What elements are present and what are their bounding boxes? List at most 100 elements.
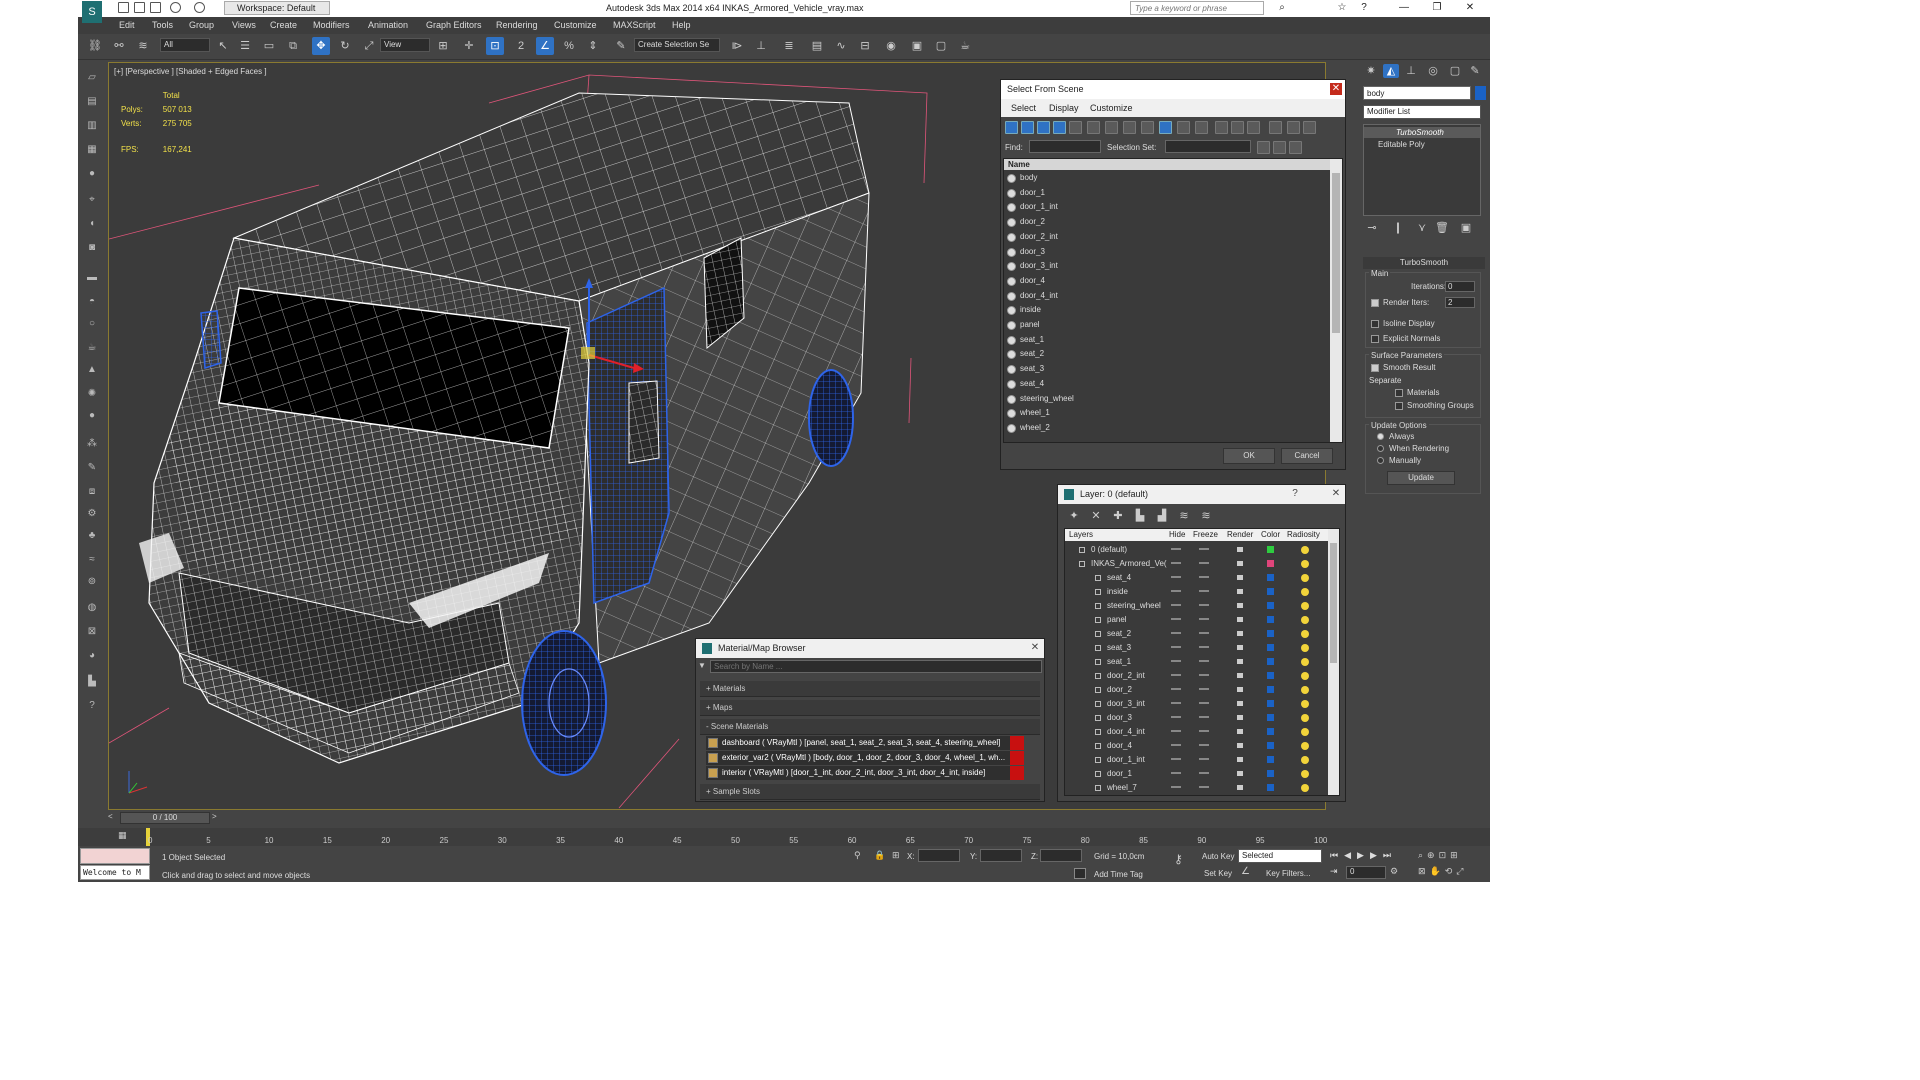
workspace-dropdown[interactable]: Workspace: Default bbox=[224, 1, 330, 15]
select-manipulate-icon[interactable]: ✛ bbox=[460, 37, 478, 55]
key-filters-button[interactable]: Key Filters... bbox=[1266, 869, 1310, 878]
shape-filter-icon[interactable] bbox=[1021, 121, 1034, 134]
menu-views[interactable]: Views bbox=[232, 20, 256, 30]
x-coord-field[interactable] bbox=[918, 849, 960, 862]
hide-toggle[interactable] bbox=[1171, 576, 1181, 578]
select-rotate-icon[interactable]: ↻ bbox=[336, 37, 354, 55]
layer-row[interactable]: door_4_int bbox=[1065, 725, 1329, 739]
containers-icon[interactable]: ▱ bbox=[84, 70, 100, 86]
layer-row[interactable]: door_1 bbox=[1065, 767, 1329, 781]
stack-item-editable-poly[interactable]: Editable Poly bbox=[1364, 139, 1480, 150]
environment-icon[interactable]: ◕ bbox=[84, 648, 100, 664]
material-item-dashboard[interactable]: dashboard ( VRayMtl ) [panel, seat_1, se… bbox=[706, 736, 1024, 750]
motion-tab-icon[interactable]: ◎ bbox=[1425, 64, 1441, 78]
layer-row[interactable]: door_2_int bbox=[1065, 669, 1329, 683]
menu-graph-editors[interactable]: Graph Editors bbox=[426, 20, 482, 30]
update-button[interactable]: Update bbox=[1387, 471, 1455, 485]
freeze-toggle[interactable] bbox=[1199, 730, 1209, 732]
globe-icon[interactable]: ◍ bbox=[84, 600, 100, 616]
hide-toggle[interactable] bbox=[1171, 772, 1181, 774]
radiosity-bulb-icon[interactable] bbox=[1301, 560, 1309, 568]
scene-object-row[interactable]: seat_2 bbox=[1004, 347, 1329, 362]
object-color-swatch[interactable] bbox=[1475, 86, 1486, 100]
graphite-icon[interactable]: ▤ bbox=[808, 37, 826, 55]
scene-object-row[interactable]: inside bbox=[1004, 303, 1329, 318]
radiosity-bulb-icon[interactable] bbox=[1301, 546, 1309, 554]
freeze-toggle[interactable] bbox=[1199, 562, 1209, 564]
time-slider[interactable]: < 0 / 100 > bbox=[108, 812, 1358, 824]
hide-toggle[interactable] bbox=[1171, 688, 1181, 690]
sfs-menu-customize[interactable]: Customize bbox=[1090, 103, 1133, 113]
close-button[interactable]: ✕ bbox=[1456, 1, 1484, 15]
isolate-icon[interactable]: ⚲ bbox=[854, 850, 864, 860]
radiosity-bulb-icon[interactable] bbox=[1301, 742, 1309, 750]
freeze-toggle[interactable] bbox=[1199, 646, 1209, 648]
gear-icon[interactable]: ⚙ bbox=[84, 506, 100, 522]
time-tag-icon[interactable] bbox=[1074, 868, 1086, 879]
select-object-icon[interactable]: ↖ bbox=[214, 37, 232, 55]
curve-editor-icon[interactable]: ∿ bbox=[832, 37, 850, 55]
layer-help-icon[interactable]: ? bbox=[1289, 488, 1301, 500]
hide-toggle[interactable] bbox=[1171, 786, 1181, 788]
track-bar[interactable]: ▦ 0 5 10 15 20 25 30 35 40 45 50 55 60 65 70 75 80 85 90 95… bbox=[78, 828, 1490, 846]
key-mode-toggle-icon[interactable]: ⇥ bbox=[1330, 866, 1340, 878]
mirror-icon[interactable]: ⧐ bbox=[728, 37, 746, 55]
menu-group[interactable]: Group bbox=[189, 20, 214, 30]
layer-row[interactable]: seat_4 bbox=[1065, 571, 1329, 585]
scene-object-row[interactable]: door_4 bbox=[1004, 274, 1329, 289]
scene-materials-group[interactable]: - Scene Materials bbox=[700, 719, 1040, 735]
bone-filter-icon[interactable] bbox=[1141, 121, 1154, 134]
col-color[interactable]: Color bbox=[1261, 529, 1280, 541]
open-file-icon[interactable] bbox=[134, 2, 145, 13]
scene-object-row[interactable]: wheel_1 bbox=[1004, 406, 1329, 421]
spacewarp-filter-icon[interactable] bbox=[1087, 121, 1100, 134]
freeze-all-icon[interactable]: ≋ bbox=[1198, 509, 1214, 523]
render-teapot-icon[interactable] bbox=[1237, 617, 1243, 622]
render-teapot-icon[interactable] bbox=[1237, 547, 1243, 552]
render-teapot-icon[interactable] bbox=[1237, 785, 1243, 790]
scene-object-row[interactable]: seat_4 bbox=[1004, 377, 1329, 392]
scene-object-row[interactable]: door_1 bbox=[1004, 186, 1329, 201]
materials-checkbox[interactable] bbox=[1395, 389, 1403, 397]
maps-group[interactable]: + Maps bbox=[700, 700, 1040, 716]
snaps-toggle-icon[interactable]: 2 bbox=[512, 37, 530, 55]
sphere-gold-icon[interactable]: ● bbox=[84, 408, 100, 424]
hide-toggle[interactable] bbox=[1171, 646, 1181, 648]
options-icon[interactable] bbox=[1303, 121, 1316, 134]
browser-options-icon[interactable]: ▼ bbox=[698, 661, 706, 670]
light-bulb-icon[interactable]: ● bbox=[84, 166, 100, 182]
unlink-icon[interactable]: ⚯ bbox=[110, 37, 128, 55]
ok-button[interactable]: OK bbox=[1223, 448, 1275, 464]
layer-row[interactable]: seat_2 bbox=[1065, 627, 1329, 641]
layer-color-swatch[interactable] bbox=[1267, 658, 1274, 665]
hide-all-icon[interactable]: ≋ bbox=[1176, 509, 1192, 523]
scene-explorer-icon[interactable]: ▤ bbox=[84, 94, 100, 110]
filter-funnel-icon[interactable] bbox=[1269, 121, 1282, 134]
current-frame-field[interactable]: 0 bbox=[1346, 866, 1386, 879]
prev-frame-icon[interactable]: < bbox=[108, 812, 118, 824]
scene-object-row[interactable]: door_4_int bbox=[1004, 289, 1329, 304]
group-filter-icon[interactable] bbox=[1105, 121, 1118, 134]
menu-customize[interactable]: Customize bbox=[554, 20, 597, 30]
modify-tab-icon[interactable]: ◭ bbox=[1383, 64, 1399, 78]
search-input[interactable] bbox=[1130, 1, 1264, 15]
layer-list[interactable]: Layers Hide Freeze Render Color Radiosit… bbox=[1064, 528, 1340, 796]
layer-color-swatch[interactable] bbox=[1267, 700, 1274, 707]
render-iters-spinner[interactable]: 2 bbox=[1445, 297, 1475, 308]
freeze-toggle[interactable] bbox=[1199, 702, 1209, 704]
list-scrollbar[interactable] bbox=[1330, 159, 1342, 442]
scene-object-row[interactable]: door_3_int bbox=[1004, 259, 1329, 274]
add-to-set-icon[interactable] bbox=[1273, 141, 1286, 154]
hidden-filter-icon[interactable] bbox=[1195, 121, 1208, 134]
render-teapot-icon[interactable] bbox=[1237, 701, 1243, 706]
render-teapot-icon[interactable] bbox=[1237, 575, 1243, 580]
bind-spacewarp-icon[interactable]: ≋ bbox=[134, 37, 152, 55]
pin-stack-icon[interactable]: ⊸ bbox=[1365, 222, 1379, 234]
material-search-input[interactable] bbox=[710, 660, 1042, 673]
speaker-icon[interactable]: ◖ bbox=[84, 216, 100, 232]
scene-object-row[interactable]: door_1_int bbox=[1004, 200, 1329, 215]
playback-controls[interactable]: ⏮◀▶▶⏭ bbox=[1330, 850, 1430, 862]
highlight-layer-icon[interactable]: ▟ bbox=[1154, 509, 1170, 523]
freeze-toggle[interactable] bbox=[1199, 576, 1209, 578]
name-column-header[interactable]: Name bbox=[1004, 159, 1330, 170]
